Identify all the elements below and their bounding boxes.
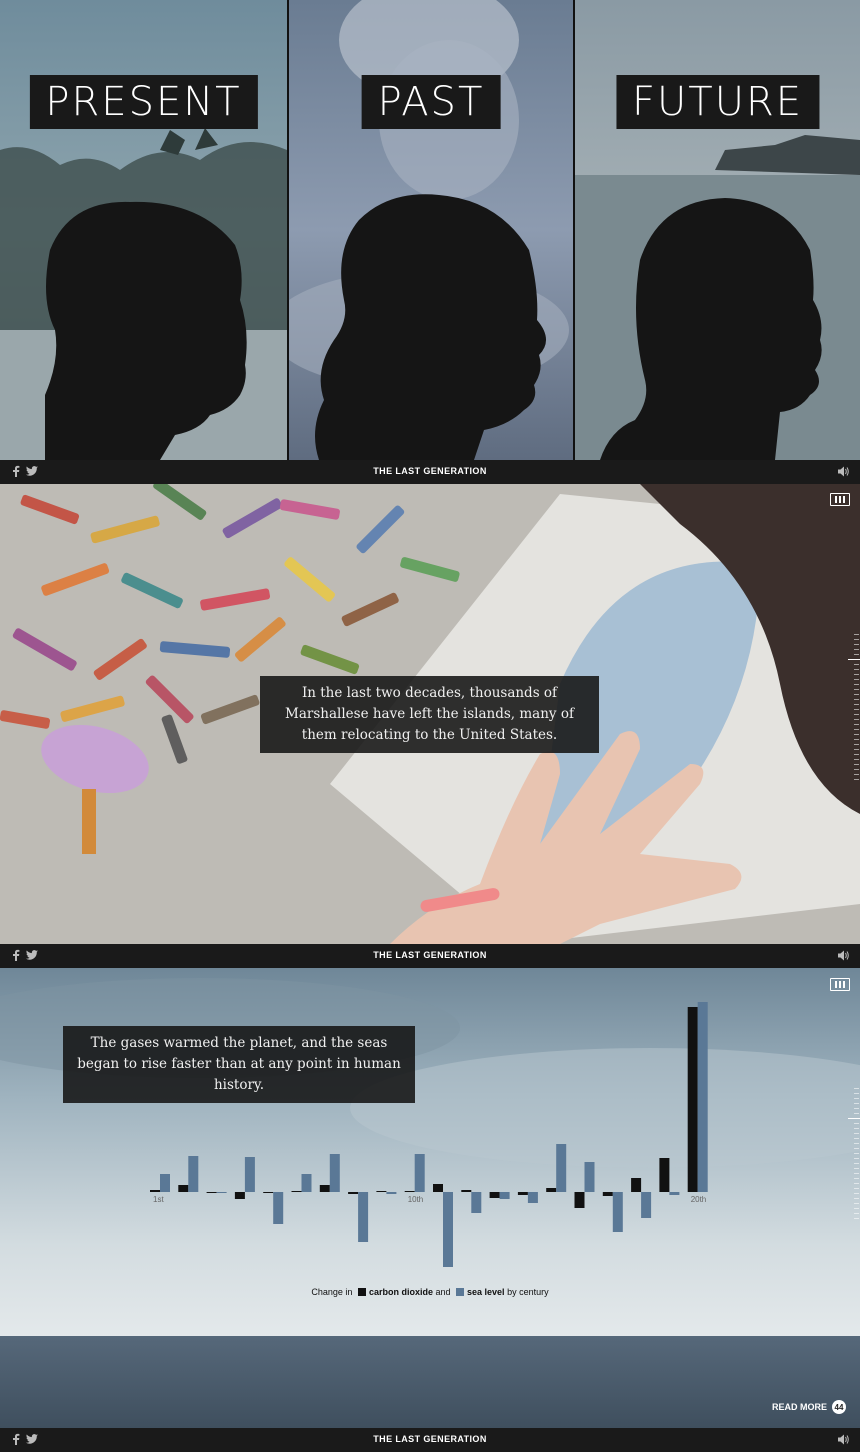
present-label: PRESENT xyxy=(29,75,258,129)
chart-legend-caption: Change in carbon dioxide and sea level b… xyxy=(0,1287,860,1297)
co2-bar-7th xyxy=(319,1185,330,1192)
sea-level-bar-8th xyxy=(358,1192,369,1242)
sea-level-bar-6th xyxy=(301,1174,312,1192)
co2-bar-15th xyxy=(546,1188,557,1192)
future-background xyxy=(575,0,860,460)
site-title[interactable]: THE LAST GENERATION xyxy=(0,950,860,960)
sea-level-bar-17th xyxy=(612,1192,623,1232)
sound-icon[interactable] xyxy=(838,1434,850,1445)
co2-bar-6th xyxy=(291,1191,302,1192)
read-more-button[interactable]: READ MORE 44 xyxy=(772,1400,846,1414)
sea-level-bar-11th xyxy=(443,1192,453,1267)
scene-3-panel: The gases warmed the planet, and the sea… xyxy=(0,968,860,1428)
co2-bar-18th xyxy=(631,1178,642,1192)
scroll-progress[interactable] xyxy=(848,1088,860,1223)
co2-bar-4th xyxy=(234,1192,245,1199)
future-column[interactable]: FUTURE xyxy=(575,0,860,460)
sea-level-bar-14th xyxy=(527,1192,538,1203)
co2-bar-1st xyxy=(150,1190,160,1192)
co2-bar-16th xyxy=(574,1192,585,1208)
past-background xyxy=(289,0,573,460)
sea-level-bar-2nd xyxy=(188,1156,199,1192)
read-more-label: READ MORE xyxy=(771,1402,827,1412)
triptych-panel: PRESENT PAST FUTURE xyxy=(0,0,860,460)
bottom-bar-2: THE LAST GENERATION xyxy=(0,944,860,968)
sea-level-swatch xyxy=(456,1288,465,1296)
sea-level-bar-10th xyxy=(414,1154,425,1192)
co2-bar-14th xyxy=(517,1192,528,1195)
co2-bar-20th xyxy=(687,1007,698,1192)
co2-bar-11th xyxy=(433,1184,443,1192)
x-tick-label-20th: 20th xyxy=(691,1195,707,1204)
scroll-progress[interactable] xyxy=(848,634,860,784)
legend-and: and xyxy=(435,1287,451,1297)
legend-prefix: Change in xyxy=(311,1287,353,1297)
sea-level-bar-18th xyxy=(641,1192,652,1218)
site-title[interactable]: THE LAST GENERATION xyxy=(0,1434,860,1444)
chapter-indicator-icon[interactable] xyxy=(830,978,850,991)
co2-bar-3rd xyxy=(206,1192,217,1193)
carbon-dioxide-swatch xyxy=(357,1288,366,1296)
sea-level-bar-19th xyxy=(669,1192,680,1195)
sea-level-bar-13th xyxy=(499,1192,510,1199)
x-tick-label-1st: 1st xyxy=(153,1195,164,1204)
bottom-bar-1: THE LAST GENERATION xyxy=(0,460,860,484)
read-more-icon: 44 xyxy=(832,1400,846,1414)
x-tick-label-10th: 10th xyxy=(408,1195,424,1204)
scene-2-caption: In the last two decades, thousands of Ma… xyxy=(260,676,599,753)
past-column[interactable]: PAST xyxy=(289,0,573,460)
co2-bar-8th xyxy=(348,1192,359,1194)
sea-level-bar-3rd xyxy=(216,1192,227,1193)
sound-icon[interactable] xyxy=(838,466,850,477)
co2-bar-9th xyxy=(376,1191,387,1192)
present-background xyxy=(0,0,287,460)
sea-level-bar-15th xyxy=(556,1144,567,1192)
chapter-indicator-icon[interactable] xyxy=(830,493,850,506)
co2-sea-level-chart: 1st 10th 20th xyxy=(150,1002,708,1267)
present-column[interactable]: PRESENT xyxy=(0,0,287,460)
co2-bar-2nd xyxy=(178,1185,189,1192)
site-title[interactable]: THE LAST GENERATION xyxy=(0,466,860,476)
bottom-bar-3: THE LAST GENERATION xyxy=(0,1428,860,1452)
sound-icon[interactable] xyxy=(838,950,850,961)
co2-bar-13th xyxy=(489,1192,500,1198)
sea-level-bar-16th xyxy=(584,1162,595,1192)
legend-sea-level: sea level xyxy=(467,1287,505,1297)
co2-bar-17th xyxy=(602,1192,613,1196)
co2-bar-10th xyxy=(404,1191,415,1192)
sea-level-bar-12th xyxy=(471,1192,482,1213)
co2-bar-5th xyxy=(263,1192,274,1193)
co2-bar-19th xyxy=(659,1158,670,1192)
sea-level-bar-5th xyxy=(273,1192,284,1224)
past-label: PAST xyxy=(361,75,501,129)
sea-level-bar-7th xyxy=(329,1154,340,1192)
sea-level-bar-4th xyxy=(244,1157,255,1192)
scene-2-panel: In the last two decades, thousands of Ma… xyxy=(0,484,860,944)
sea-level-bar-20th xyxy=(697,1002,708,1192)
future-label: FUTURE xyxy=(615,75,820,129)
sea-level-bar-1st xyxy=(160,1174,170,1192)
legend-carbon-dioxide: carbon dioxide xyxy=(368,1287,433,1297)
sea-level-bar-9th xyxy=(386,1192,397,1194)
co2-bar-12th xyxy=(461,1190,472,1192)
legend-suffix: by century xyxy=(507,1287,549,1297)
